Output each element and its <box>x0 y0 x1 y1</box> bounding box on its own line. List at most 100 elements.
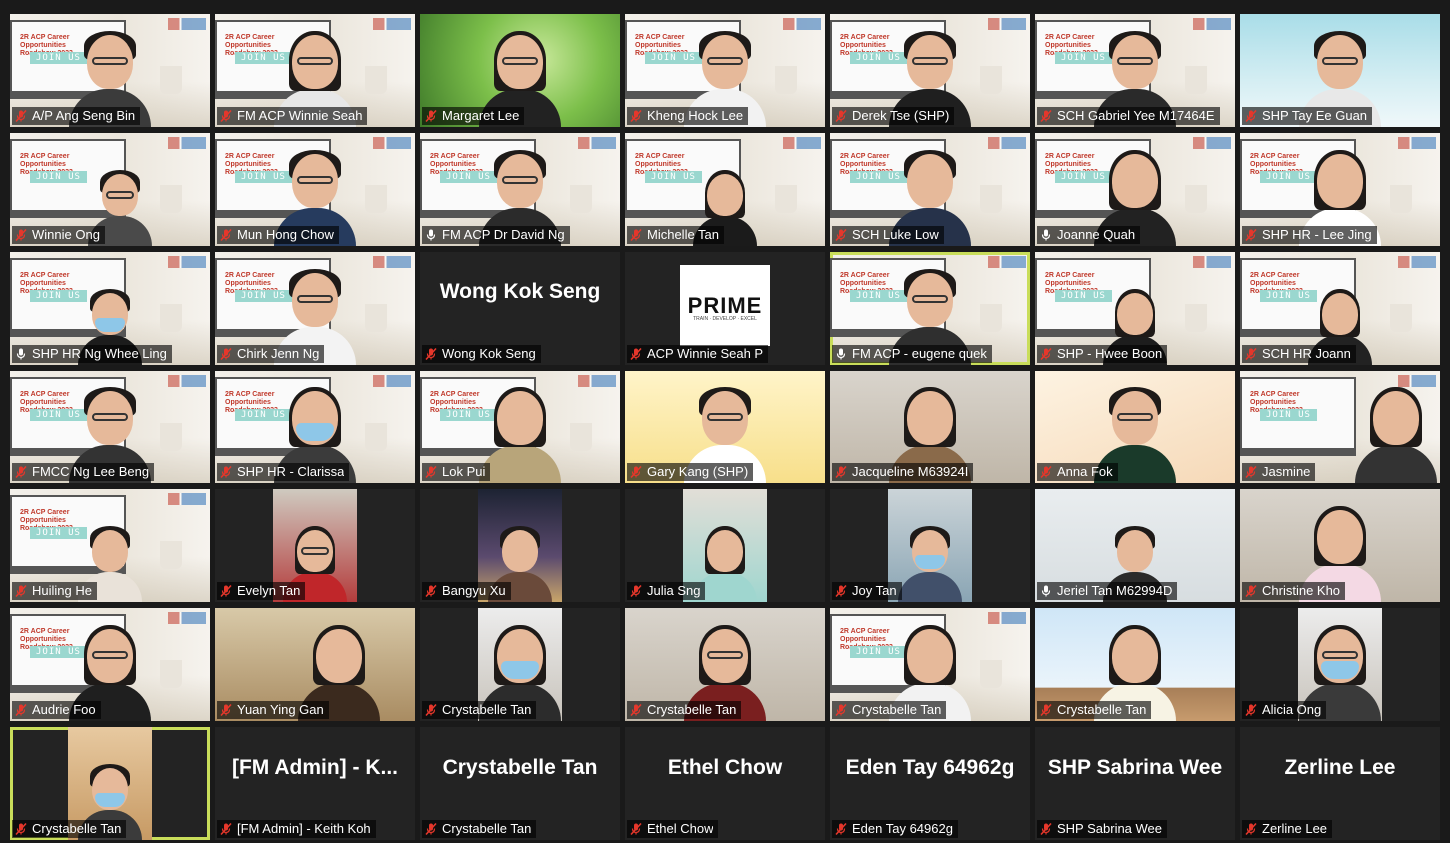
prime-logo-subtitle: TRAIN · DEVELOP · EXCEL <box>693 315 757 322</box>
mic-icon <box>426 229 436 241</box>
participant-name: Julia Sng <box>647 583 701 599</box>
participant-tile[interactable]: 2R ACP Career Opportunities Roadshow 202… <box>1035 251 1235 365</box>
participant-tile[interactable]: 2R ACP Career Opportunities Roadshow 202… <box>215 132 415 246</box>
participant-tile[interactable]: 2R ACP Career Opportunities Roadshow 202… <box>1035 132 1235 246</box>
participant-tile[interactable]: Bangyu Xu <box>420 489 620 603</box>
participant-tile[interactable]: PRIME TRAIN · DEVELOP · EXCEL ACP Winnie S… <box>625 251 825 365</box>
participant-display-name: Ethel Chow <box>667 755 783 779</box>
participant-tile[interactable]: 2R ACP Career Opportunities Roadshow 202… <box>830 251 1030 365</box>
participant-name: Gary Kang (SHP) <box>647 464 749 480</box>
participant-tile[interactable]: 2R ACP Career Opportunities Roadshow 202… <box>10 608 210 722</box>
participant-tile[interactable]: Evelyn Tan <box>215 489 415 603</box>
mic-muted-icon <box>630 228 642 241</box>
participant-tile[interactable]: 2R ACP Career Opportunities Roadshow 202… <box>10 132 210 246</box>
participant-tile[interactable]: Jeriel Tan M62994D <box>1035 489 1235 603</box>
participant-tile[interactable]: SHP Sabrina Wee SHP Sabrina Wee <box>1035 727 1235 840</box>
virtual-background-mug <box>160 303 182 332</box>
participant-tile[interactable]: 2R ACP Career Opportunities Roadshow 202… <box>215 251 415 365</box>
participant-name: A/P Ang Seng Bin <box>32 107 136 123</box>
participant-tile[interactable]: Crystabelle Tan <box>625 608 825 722</box>
mic-muted-icon <box>1040 704 1052 717</box>
participant-tile[interactable]: 2R ACP Career Opportunities Roadshow 202… <box>10 489 210 603</box>
participant-tile[interactable]: 2R ACP Career Opportunities Roadshow 202… <box>1035 14 1235 127</box>
mic-muted-icon <box>15 228 27 241</box>
virtual-background-mug <box>775 66 797 94</box>
participant-name-label: SCH HR Joann <box>1242 344 1356 363</box>
silhouette-head <box>316 629 362 684</box>
participant-tile[interactable]: 2R ACP Career Opportunities Roadshow 202… <box>420 370 620 484</box>
participant-tile[interactable]: Jacqueline M63924I <box>830 370 1030 484</box>
mic-muted-icon <box>1040 822 1052 836</box>
participant-tile[interactable]: Christine Kho <box>1240 489 1440 603</box>
participant-tile[interactable]: Crystabelle Tan <box>420 608 620 722</box>
virtual-background-logos <box>1398 136 1436 149</box>
participant-name: Chirk Jenn Ng <box>237 345 320 361</box>
participant-name-label: Crystabelle Tan <box>1037 701 1152 720</box>
participant-tile[interactable]: Ethel Chow Ethel Chow <box>625 727 825 840</box>
participant-display-name: Crystabelle Tan <box>442 755 598 779</box>
participant-tile[interactable]: 2R ACP Career Opportunities Roadshow 202… <box>215 370 415 484</box>
participant-tile[interactable]: Gary Kang (SHP) <box>625 370 825 484</box>
participant-name: FM ACP Dr David Ng <box>442 226 565 242</box>
participant-tile[interactable]: Margaret Lee <box>420 14 620 127</box>
participant-tile[interactable]: 2R ACP Career Opportunities Roadshow 202… <box>420 132 620 246</box>
virtual-background-join: JOIN US <box>30 170 87 183</box>
participant-tile[interactable]: 2R ACP Career Opportunities Roadshow 202… <box>10 251 210 365</box>
mic-muted-icon <box>220 466 232 479</box>
participant-tile[interactable]: Alicia Ong <box>1240 608 1440 722</box>
participant-tile[interactable]: Joy Tan <box>830 489 1030 603</box>
participant-tile[interactable]: 2R ACP Career Opportunities Roadshow 202… <box>1240 370 1440 484</box>
participant-tile[interactable]: [FM Admin] - K... [FM Admin] - Keith Koh <box>215 727 415 840</box>
face-mask-shape <box>1321 661 1359 680</box>
participant-tile[interactable]: 2R ACP Career Opportunities Roadshow 202… <box>10 14 210 127</box>
mic-muted-icon <box>220 822 232 836</box>
participant-tile[interactable]: 2R ACP Career Opportunities Roadshow 202… <box>625 14 825 127</box>
participant-tile[interactable]: 2R ACP Career Opportunities Roadshow 202… <box>830 14 1030 127</box>
mic-muted-icon <box>15 822 27 836</box>
virtual-background-mug <box>160 66 182 94</box>
mic-muted-icon <box>425 466 437 479</box>
virtual-background-mug <box>1390 184 1412 213</box>
participant-tile[interactable]: Julia Sng <box>625 489 825 603</box>
participant-tile[interactable]: 2R ACP Career Opportunities Roadshow 202… <box>215 14 415 127</box>
participant-tile[interactable]: Wong Kok Seng Wong Kok Seng <box>420 251 620 365</box>
glasses-shape <box>912 56 948 65</box>
participant-tile[interactable]: Zerline Lee Zerline Lee <box>1240 727 1440 840</box>
participant-tile[interactable]: SHP Tay Ee Guan <box>1240 14 1440 127</box>
participant-name-label: Margaret Lee <box>422 106 525 125</box>
mic-muted-icon <box>425 585 437 598</box>
participant-tile[interactable]: 2R ACP Career Opportunities Roadshow 202… <box>625 132 825 246</box>
participant-name-label: Winnie Ong <box>12 225 105 244</box>
participant-tile[interactable]: 2R ACP Career Opportunities Roadshow 202… <box>1240 132 1440 246</box>
participant-tile[interactable]: Yuan Ying Gan <box>215 608 415 722</box>
participant-name: FM ACP - eugene quek <box>852 345 987 361</box>
participant-name-label: Lok Pui <box>422 463 491 482</box>
participant-name: [FM Admin] - Keith Koh <box>237 820 371 836</box>
virtual-background-laptop: 2R ACP Career Opportunities Roadshow 202… <box>1240 376 1356 456</box>
participant-tile[interactable]: 2R ACP Career Opportunities Roadshow 202… <box>10 370 210 484</box>
virtual-background-mug <box>570 184 592 213</box>
participant-name: SCH Luke Low <box>852 226 939 242</box>
participant-tile[interactable]: Crystabelle Tan <box>1035 608 1235 722</box>
silhouette-body <box>479 445 561 484</box>
participant-tile[interactable]: 2R ACP Career Opportunities Roadshow 202… <box>830 132 1030 246</box>
participant-tile[interactable]: 2R ACP Career Opportunities Roadshow 202… <box>830 608 1030 722</box>
mic-icon <box>836 348 846 360</box>
silhouette-head <box>497 391 543 446</box>
participant-name-label: Julia Sng <box>627 582 706 601</box>
participant-tile[interactable]: Anna Fok <box>1035 370 1235 484</box>
virtual-background-logos <box>1193 18 1231 30</box>
participant-tile[interactable]: Crystabelle Tan <box>10 727 210 840</box>
virtual-background-logos <box>168 136 206 149</box>
participant-name: Zerline Lee <box>1262 820 1328 836</box>
face-mask-shape <box>296 423 334 442</box>
glasses-shape <box>1117 56 1153 65</box>
virtual-background-logos <box>1398 374 1436 387</box>
participant-tile[interactable]: Crystabelle Tan Crystabelle Tan <box>420 727 620 840</box>
participant-tile[interactable]: Eden Tay 64962g Eden Tay 64962g <box>830 727 1030 840</box>
participant-tile[interactable]: 2R ACP Career Opportunities Roadshow 202… <box>1240 251 1440 365</box>
participant-name: Margaret Lee <box>442 107 520 123</box>
participant-silhouette <box>898 526 962 603</box>
virtual-background-mug <box>160 660 182 689</box>
virtual-background-mug <box>1185 66 1207 94</box>
